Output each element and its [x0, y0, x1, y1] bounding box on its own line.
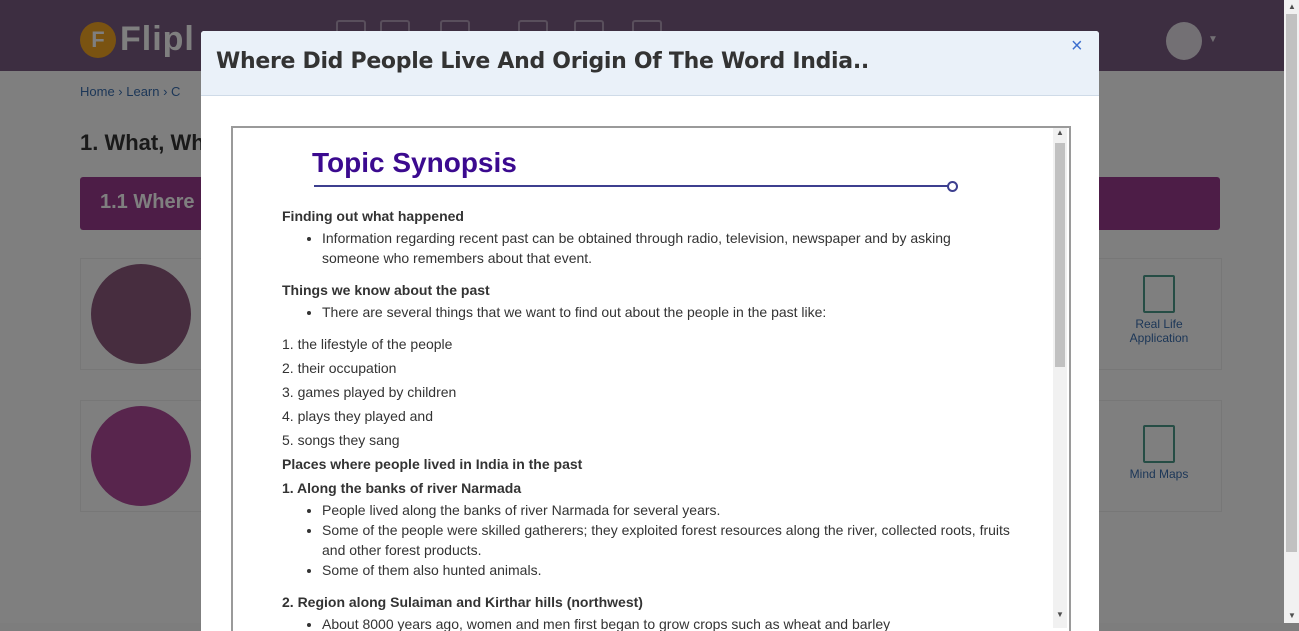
section-heading: Places where people lived in India in th… — [282, 456, 583, 472]
scroll-up-arrow-icon[interactable]: ▲ — [1288, 2, 1296, 11]
list-item: There are several things that we want to… — [322, 302, 1012, 322]
list-item: Some of them also hunted animals. — [322, 560, 1012, 580]
frame-scroll-thumb[interactable] — [1055, 143, 1065, 367]
frame-scrollbar[interactable]: ▲ ▼ — [1053, 128, 1067, 628]
close-icon[interactable]: × — [1071, 35, 1083, 58]
scroll-down-arrow-icon[interactable]: ▼ — [1288, 611, 1296, 620]
synopsis-modal: Where Did People Live And Origin Of The … — [201, 31, 1099, 631]
page-scroll-thumb[interactable] — [1286, 14, 1297, 552]
modal-header: Where Did People Live And Origin Of The … — [201, 31, 1099, 96]
section-heading: Things we know about the past — [282, 282, 490, 298]
numbered-item: 2. their occupation — [282, 360, 397, 376]
bullet-list: Information regarding recent past can be… — [282, 228, 1012, 268]
synopsis-body: Finding out what happened Information re… — [282, 206, 1012, 631]
synopsis-title: Topic Synopsis — [312, 147, 517, 178]
list-item: Some of the people were skilled gatherer… — [322, 520, 1012, 560]
numbered-item: 4. plays they played and — [282, 408, 433, 424]
numbered-item: 1. the lifestyle of the people — [282, 336, 453, 352]
synopsis-content: Topic Synopsis Finding out what happened… — [233, 128, 1053, 631]
modal-title: Where Did People Live And Origin Of The … — [216, 49, 869, 74]
title-underline-dot — [947, 181, 958, 192]
numbered-item: 5. songs they sang — [282, 432, 400, 448]
list-item: People lived along the banks of river Na… — [322, 500, 1012, 520]
list-item: Information regarding recent past can be… — [322, 228, 1012, 268]
synopsis-frame[interactable]: Topic Synopsis Finding out what happened… — [231, 126, 1071, 631]
title-underline — [314, 185, 950, 187]
subsection-heading: 2. Region along Sulaiman and Kirthar hil… — [282, 594, 643, 610]
scroll-up-arrow-icon[interactable]: ▲ — [1056, 128, 1064, 137]
page-scrollbar[interactable]: ▲ ▼ — [1284, 0, 1299, 623]
numbered-item: 3. games played by children — [282, 384, 457, 400]
bullet-list: There are several things that we want to… — [282, 302, 1012, 322]
bullet-list: People lived along the banks of river Na… — [282, 500, 1012, 580]
scroll-down-arrow-icon[interactable]: ▼ — [1056, 610, 1064, 619]
subsection-heading: 1. Along the banks of river Narmada — [282, 480, 522, 496]
section-heading: Finding out what happened — [282, 208, 464, 224]
